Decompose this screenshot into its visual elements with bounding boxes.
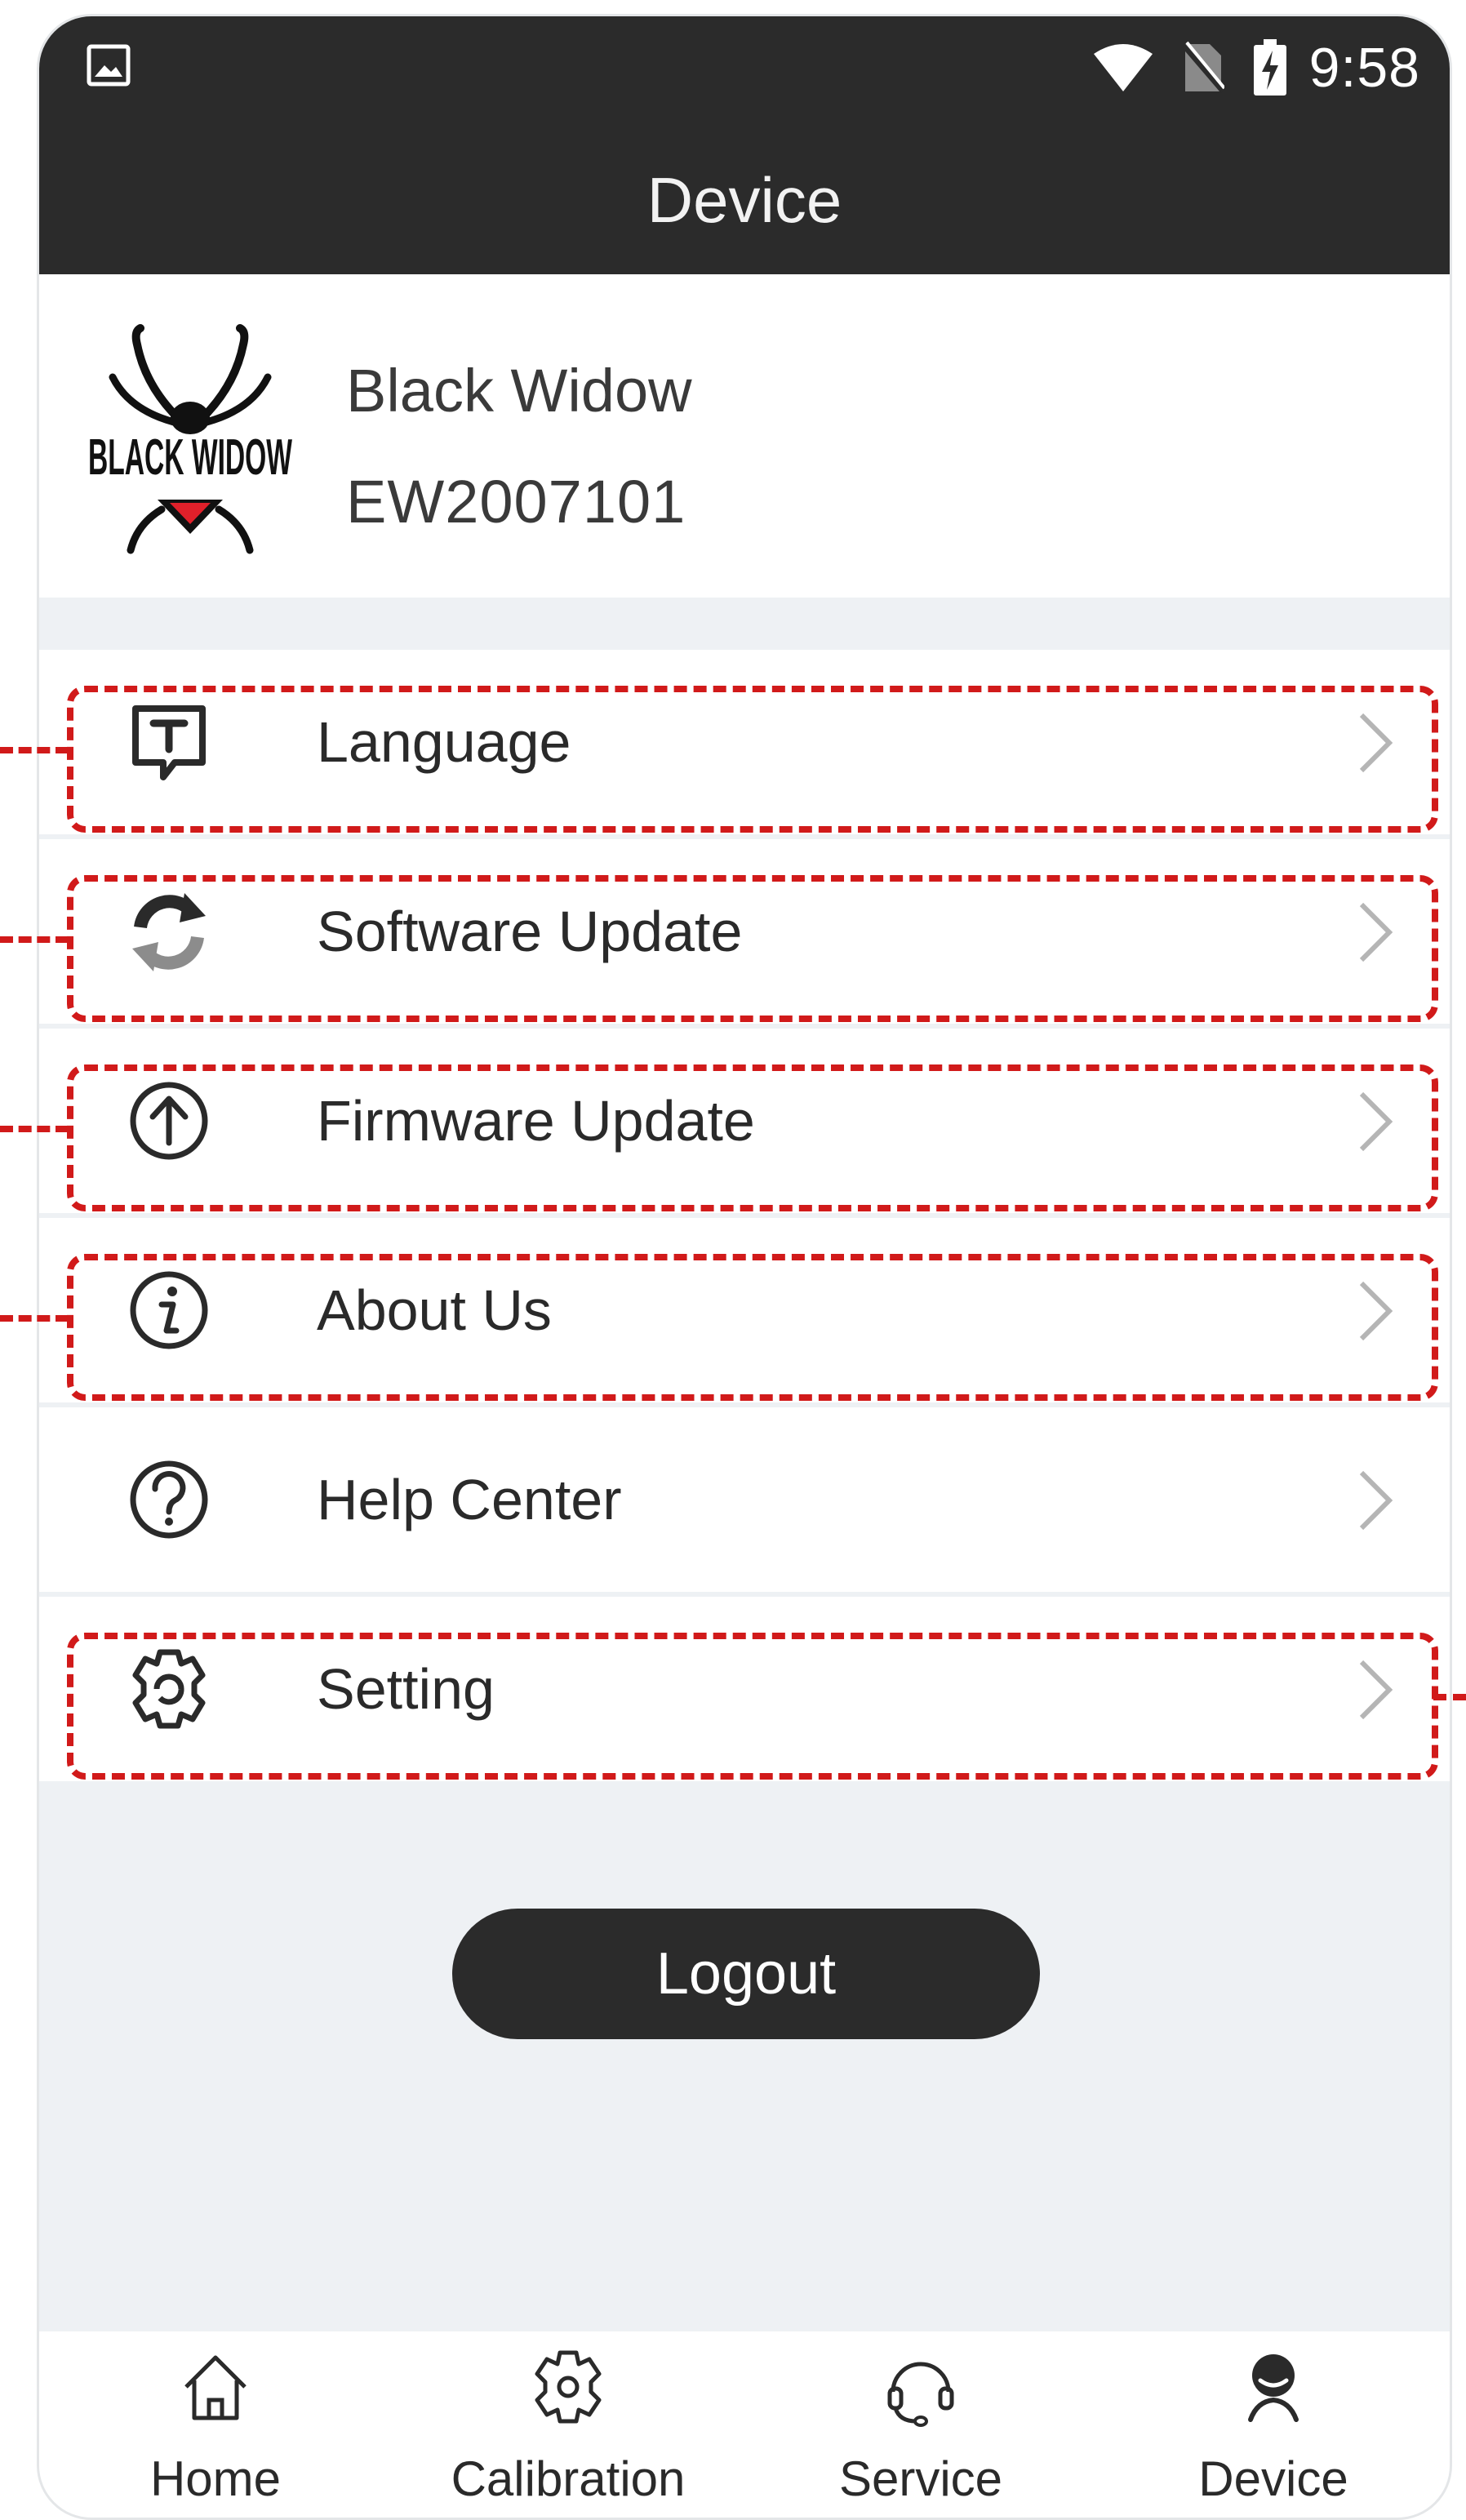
chevron-right-icon xyxy=(1359,1091,1393,1152)
headset-icon xyxy=(887,2362,954,2427)
user-icon xyxy=(1248,2354,1299,2422)
phone-screen: 9:58 Device BLACK WIDOW Black Widow EW20… xyxy=(39,16,1450,2518)
menu-item-language[interactable]: Language xyxy=(39,650,1450,834)
menu-item-software-update[interactable]: Software Update xyxy=(39,839,1450,1024)
menu-item-firmware-update[interactable]: Firmware Update xyxy=(39,1029,1450,1213)
logo-text: BLACK WIDOW xyxy=(88,429,292,485)
device-name: Black Widow xyxy=(346,357,692,424)
gear-icon xyxy=(132,1649,206,1729)
tab-device[interactable]: Device xyxy=(1097,2331,1450,2518)
chevron-right-icon xyxy=(1359,1281,1393,1341)
info-icon xyxy=(130,1271,208,1349)
status-bar-right: 9:58 xyxy=(1064,37,1420,99)
menu-item-help-center[interactable]: Help Center xyxy=(39,1407,1450,1592)
menu-label-about-us: About Us xyxy=(317,1278,552,1342)
menu-label-setting: Setting xyxy=(317,1657,495,1721)
chevron-right-icon xyxy=(1359,713,1393,773)
menu-item-setting[interactable]: Setting xyxy=(39,1597,1450,1781)
no-sim-icon xyxy=(1181,41,1224,93)
upload-icon xyxy=(130,1082,208,1160)
black-widow-logo: BLACK WIDOW xyxy=(88,324,292,554)
language-icon xyxy=(132,705,206,780)
logout-button[interactable]: Logout xyxy=(452,1909,1040,2039)
chevron-right-icon xyxy=(1359,1470,1393,1531)
refresh-icon xyxy=(132,893,206,971)
device-serial: EW2007101 xyxy=(346,468,686,536)
tab-calibration[interactable]: Calibration xyxy=(392,2331,744,2518)
menu-item-about-us[interactable]: About Us xyxy=(39,1218,1450,1402)
tab-label-home: Home xyxy=(149,2451,282,2506)
status-time: 9:58 xyxy=(1308,37,1420,99)
menu-label-language: Language xyxy=(317,710,571,774)
tab-home[interactable]: Home xyxy=(39,2331,392,2518)
tab-service[interactable]: Service xyxy=(744,2331,1097,2518)
home-icon xyxy=(184,2355,247,2420)
help-icon xyxy=(130,1460,208,1539)
menu-label-help-center: Help Center xyxy=(317,1468,622,1531)
battery-charging-icon xyxy=(1253,39,1286,96)
app-header: 9:58 Device xyxy=(39,16,1450,274)
tab-label-calibration: Calibration xyxy=(451,2451,686,2506)
menu-label-software-update: Software Update xyxy=(317,900,743,963)
chevron-right-icon xyxy=(1359,902,1393,962)
tab-label-service: Service xyxy=(838,2451,1003,2506)
menu-label-firmware-update: Firmware Update xyxy=(317,1089,755,1153)
wifi-icon xyxy=(1093,44,1153,91)
image-icon xyxy=(87,44,131,87)
page-title: Device xyxy=(646,164,842,236)
chevron-right-icon xyxy=(1359,1660,1393,1720)
tab-label-device: Device xyxy=(1198,2451,1348,2506)
calibration-gear-icon xyxy=(535,2350,602,2424)
device-profile: BLACK WIDOW Black Widow EW2007101 xyxy=(39,274,1450,598)
page: 9:58 Device BLACK WIDOW Black Widow EW20… xyxy=(0,0,1466,2520)
bottom-tab-bar: Home Calibration Service Device xyxy=(39,2331,1450,2518)
